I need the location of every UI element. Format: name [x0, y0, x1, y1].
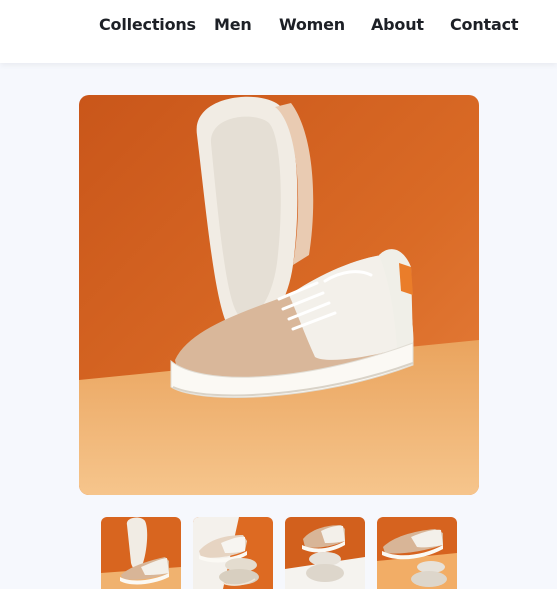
nav-link-women[interactable]: Women: [279, 15, 345, 34]
product-thumbnail-4[interactable]: [377, 517, 457, 589]
sneaker-thumbnail-icon: [193, 517, 273, 589]
nav-link-contact[interactable]: Contact: [450, 15, 519, 34]
main-nav: Collections Men Women About Contact: [0, 15, 557, 37]
sneaker-thumbnail-icon: [285, 517, 365, 589]
sneaker-photo-icon: [79, 95, 479, 495]
sneaker-thumbnail-icon: [377, 517, 457, 589]
nav-link-men[interactable]: Men: [214, 15, 252, 34]
nav-link-about[interactable]: About: [371, 15, 424, 34]
site-header: Collections Men Women About Contact: [0, 0, 557, 63]
product-thumbnail-3[interactable]: [285, 517, 365, 589]
nav-link-collections[interactable]: Collections: [99, 15, 196, 34]
product-main-image[interactable]: [79, 95, 479, 495]
product-thumbnail-2[interactable]: [193, 517, 273, 589]
sneaker-thumbnail-icon: [101, 517, 181, 589]
product-thumbnail-1[interactable]: [101, 517, 181, 589]
